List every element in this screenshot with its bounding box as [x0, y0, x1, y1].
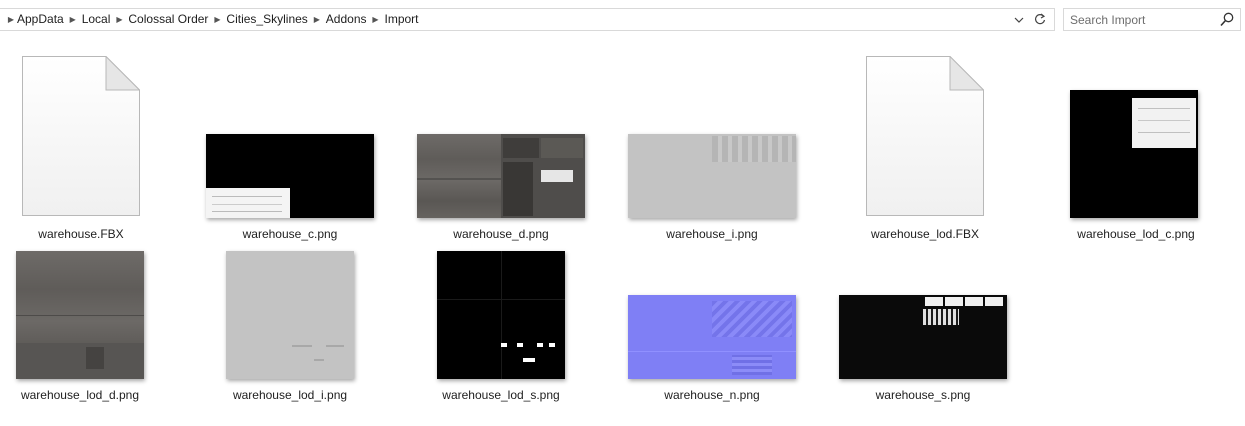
breadcrumb-item-local[interactable]: Local: [81, 9, 112, 30]
breadcrumb-item-colossal-order[interactable]: Colossal Order: [127, 9, 209, 30]
search-box[interactable]: [1063, 8, 1241, 31]
breadcrumb-item-addons[interactable]: Addons: [325, 9, 368, 30]
file-name: warehouse_d.png: [453, 227, 549, 241]
image-thumbnail: [437, 251, 565, 379]
file-name: warehouse_lod_c.png: [1077, 227, 1195, 241]
file-name: warehouse_c.png: [242, 227, 338, 241]
chevron-right-icon[interactable]: ▶: [6, 9, 16, 30]
image-thumbnail: [628, 134, 796, 218]
document-icon: [866, 56, 984, 216]
image-thumbnail: [839, 295, 1007, 379]
chevron-right-icon[interactable]: ▶: [209, 9, 225, 30]
file-item[interactable]: warehouse_s.png: [835, 250, 1011, 410]
image-thumbnail: [206, 134, 374, 218]
file-name: warehouse_lod_i.png: [232, 388, 348, 402]
file-name: warehouse_lod_s.png: [442, 388, 560, 402]
breadcrumb-item-import[interactable]: Import: [384, 9, 420, 30]
breadcrumb-item-cities-skylines[interactable]: Cities_Skylines: [225, 9, 308, 30]
refresh-icon[interactable]: [1030, 9, 1050, 30]
image-thumbnail: [417, 134, 585, 218]
file-item[interactable]: warehouse_lod_i.png: [202, 250, 378, 410]
search-input[interactable]: [1070, 11, 1215, 28]
image-thumbnail: [628, 295, 796, 379]
breadcrumb: ▶ AppData ▶ Local ▶ Colossal Order ▶ Cit…: [6, 9, 420, 30]
search-icon[interactable]: [1220, 12, 1234, 27]
image-thumbnail: [1070, 90, 1198, 218]
image-thumbnail: [16, 251, 144, 379]
address-bar[interactable]: ▶ AppData ▶ Local ▶ Colossal Order ▶ Cit…: [0, 8, 1055, 31]
breadcrumb-item-appdata[interactable]: AppData: [16, 9, 65, 30]
file-item[interactable]: warehouse_i.png: [624, 46, 800, 246]
chevron-right-icon[interactable]: ▶: [309, 9, 325, 30]
file-name: warehouse_lod_d.png: [20, 388, 140, 402]
chevron-right-icon[interactable]: ▶: [368, 9, 384, 30]
chevron-down-icon[interactable]: [1010, 9, 1028, 30]
file-item[interactable]: warehouse_n.png: [624, 250, 800, 410]
file-item[interactable]: warehouse_lod_c.png: [1048, 46, 1224, 246]
chevron-right-icon[interactable]: ▶: [111, 9, 127, 30]
file-name: warehouse_i.png: [666, 227, 758, 241]
file-item[interactable]: warehouse_lod.FBX: [837, 46, 1013, 246]
file-name: warehouse_lod.FBX: [870, 227, 980, 241]
chevron-right-icon[interactable]: ▶: [65, 9, 81, 30]
file-item[interactable]: warehouse_c.png: [202, 46, 378, 246]
file-name: warehouse.FBX: [38, 227, 124, 241]
file-item[interactable]: warehouse_d.png: [413, 46, 589, 246]
file-item[interactable]: warehouse_lod_d.png: [0, 250, 168, 410]
image-thumbnail: [226, 251, 354, 379]
document-icon: [22, 56, 140, 216]
texture-patch: [206, 188, 290, 218]
file-item[interactable]: warehouse_lod_s.png: [413, 250, 589, 410]
file-name: warehouse_s.png: [875, 388, 971, 402]
file-name: warehouse_n.png: [664, 388, 760, 402]
file-item[interactable]: warehouse.FBX: [0, 46, 169, 246]
